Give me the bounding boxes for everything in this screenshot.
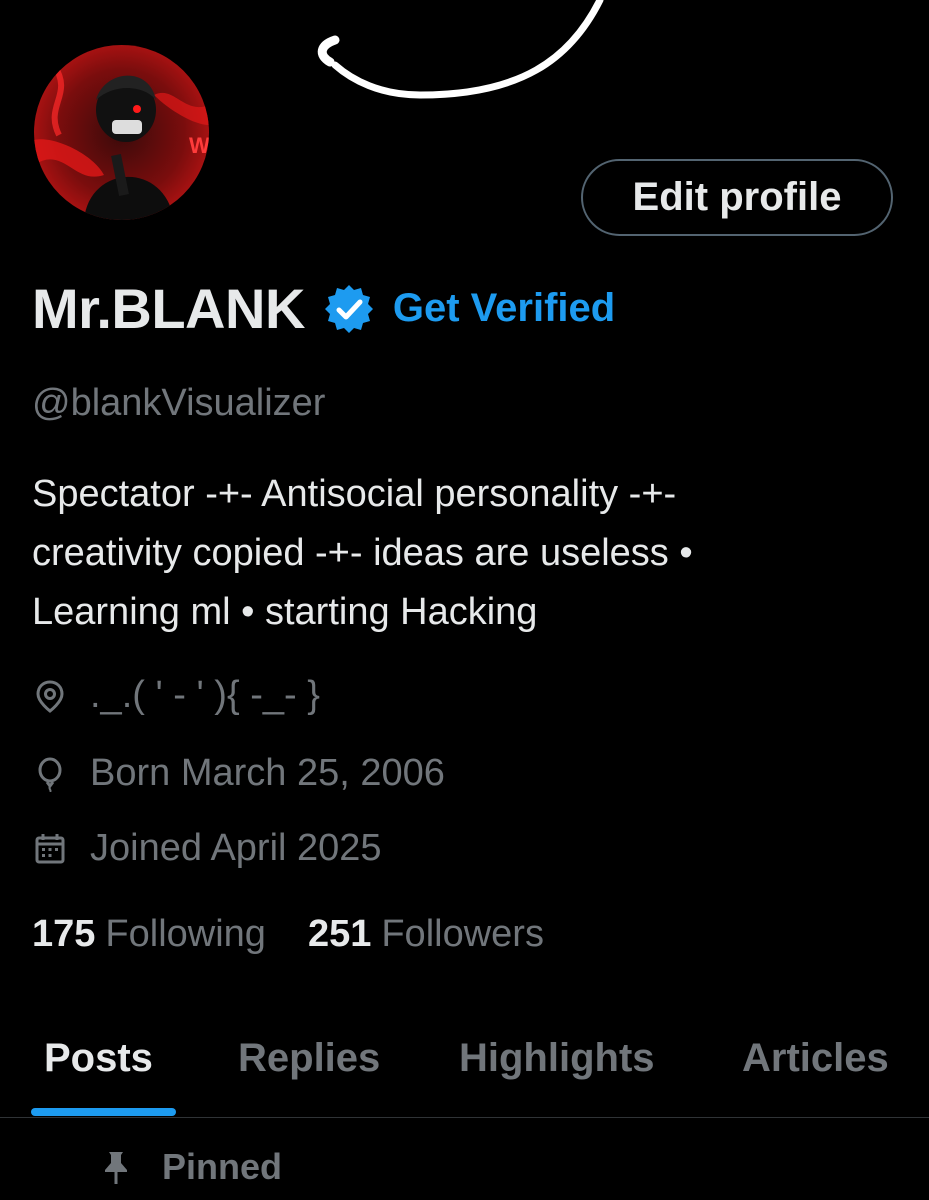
- bio-line: creativity copied -+- ideas are useless …: [32, 532, 693, 574]
- following-count: 175: [32, 913, 96, 955]
- pinned-label: Pinned: [162, 1146, 283, 1187]
- tab-highlights[interactable]: Highlights: [459, 1036, 655, 1081]
- followers-link[interactable]: 251 Followers: [308, 913, 544, 956]
- pushpin-icon: [105, 1152, 127, 1184]
- following-label: Following: [105, 913, 266, 955]
- profile-location: ._.( ' - ' ){ -_- }: [32, 674, 320, 717]
- avatar-image: W: [34, 45, 209, 220]
- tabs-divider: [0, 1117, 929, 1118]
- location-pin-icon: [36, 679, 64, 713]
- following-link[interactable]: 175 Following: [32, 913, 266, 956]
- profile-tabs: Posts Replies Highlights Articles: [0, 1030, 929, 1118]
- profile-birthday: Born March 25, 2006: [32, 752, 445, 795]
- balloon-icon: [38, 757, 62, 792]
- avatar[interactable]: W: [34, 45, 209, 220]
- pinned-indicator: Pinned: [100, 1146, 282, 1188]
- edit-profile-button[interactable]: Edit profile: [581, 159, 893, 236]
- bio-line: Spectator -+- Antisocial personality -+-: [32, 473, 677, 515]
- followers-label: Followers: [381, 913, 544, 955]
- display-name: Mr.BLANK: [32, 277, 305, 340]
- location-text: ._.( ' - ' ){ -_- }: [90, 674, 320, 716]
- bio-line: Learning ml • starting Hacking: [32, 591, 538, 633]
- followers-count: 251: [307, 913, 372, 955]
- profile-joined: Joined April 2025: [32, 827, 382, 870]
- profile-bio: Spectator -+- Antisocial personality -+-…: [32, 465, 912, 642]
- calendar-icon: [35, 833, 65, 863]
- tab-articles[interactable]: Articles: [742, 1036, 889, 1081]
- tab-posts[interactable]: Posts: [44, 1036, 153, 1081]
- joined-text: Joined April 2025: [90, 827, 382, 869]
- birthday-text: Born March 25, 2006: [90, 752, 445, 794]
- profile-name-row: Mr.BLANK Get Verified: [32, 276, 615, 341]
- tab-replies[interactable]: Replies: [238, 1036, 380, 1081]
- follow-stats: 175 Following 251 Followers: [32, 913, 586, 956]
- svg-text:W: W: [189, 133, 209, 158]
- profile-handle: @blankVisualizer: [32, 382, 326, 424]
- get-verified-link[interactable]: Get Verified: [393, 286, 615, 331]
- verified-badge-icon[interactable]: [323, 283, 375, 335]
- active-tab-indicator: [31, 1108, 176, 1116]
